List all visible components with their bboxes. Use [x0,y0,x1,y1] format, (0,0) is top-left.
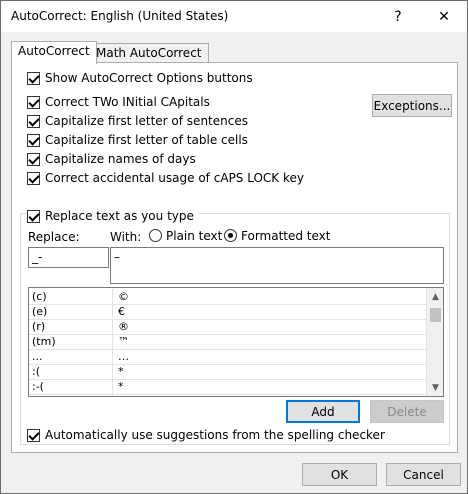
list-item[interactable]: :( * [29,365,427,380]
formatted-text-label: Formatted text [241,229,331,243]
autocorrect-entries-list[interactable]: (c) © (e) € (r) ® (tm) ™ ... … :( *:-(… [28,287,444,397]
title-bar: AutoCorrect: English (United States) ? ✕ [1,1,467,32]
entry-from: (c) [32,290,47,303]
replace-as-you-type-label: Replace text as you type [45,209,194,223]
add-button[interactable]: Add [286,400,360,423]
with-input-value: – [114,250,120,264]
list-item[interactable]: :-( * [29,380,427,395]
entry-to: * [118,380,124,393]
two-initial-label: Correct TWo INitial CApitals [45,95,210,109]
scroll-up-icon[interactable]: ▲ [427,288,443,305]
capitalize-cells-label: Capitalize first letter of table cells [45,133,248,147]
radio-unselected[interactable] [149,229,162,242]
checkbox-checked[interactable] [27,133,40,147]
two-initial-capitals-option[interactable]: Correct TWo INitial CApitals [27,94,210,110]
autocorrect-dialog: AutoCorrect: English (United States) ? ✕… [0,0,468,494]
caps-lock-label: Correct accidental usage of cAPS LOCK ke… [45,171,304,185]
capitalize-days-option[interactable]: Capitalize names of days [27,151,196,167]
help-icon[interactable]: ? [375,1,421,32]
tab-autocorrect[interactable]: AutoCorrect [11,41,97,64]
list-item[interactable]: (tm) ™ [29,335,427,350]
delete-button[interactable]: Delete [370,400,444,423]
checkbox-checked[interactable] [27,152,40,166]
capitalize-sentences-label: Capitalize first letter of sentences [45,114,248,128]
ok-button[interactable]: OK [302,463,377,486]
checkbox-checked[interactable] [27,209,40,223]
exceptions-button[interactable]: Exceptions... [372,94,452,117]
spelling-suggestions-option[interactable]: Automatically use suggestions from the s… [27,427,385,443]
checkbox-checked[interactable] [27,428,40,442]
entry-from: (tm) [32,335,56,348]
window-title: AutoCorrect: English (United States) [11,9,229,23]
radio-selected[interactable] [224,229,237,242]
entry-to: ® [118,320,129,333]
with-input[interactable]: – [110,247,444,284]
list-item[interactable]: ... … [29,350,427,365]
entry-to: * [118,365,124,378]
entry-from: (e) [32,305,48,318]
list-item[interactable]: (c) © [29,290,427,305]
formatted-text-option[interactable]: Formatted text [224,229,331,243]
scroll-down-icon[interactable]: ▼ [427,379,443,396]
checkbox-checked[interactable] [27,95,40,109]
scroll-thumb[interactable] [430,308,441,322]
plain-text-option[interactable]: Plain text [149,229,222,243]
replace-input-value: _- [32,250,43,264]
capitalize-days-label: Capitalize names of days [45,152,196,166]
show-buttons-option[interactable]: Show AutoCorrect Options buttons [27,70,253,86]
cancel-button[interactable]: Cancel [386,463,461,486]
entry-from: :( [32,365,40,378]
plain-text-label: Plain text [166,229,223,243]
entry-from: ... [32,350,43,363]
entry-from: :-( [32,380,44,393]
capitalize-sentences-option[interactable]: Capitalize first letter of sentences [27,113,248,129]
replace-label: Replace: [28,230,80,244]
list-item[interactable]: (r) ® [29,320,427,335]
close-icon[interactable]: ✕ [421,1,467,32]
checkbox-checked[interactable] [27,171,40,185]
replace-input[interactable]: _- [28,247,109,268]
tab-math-autocorrect[interactable]: Math AutoCorrect [89,43,209,63]
caps-lock-option[interactable]: Correct accidental usage of cAPS LOCK ke… [27,170,304,186]
autocorrect-panel: Show AutoCorrect Options buttons Correct… [11,62,458,453]
with-label: With: [110,230,142,244]
checkbox-checked[interactable] [27,114,40,128]
show-buttons-label: Show AutoCorrect Options buttons [45,71,253,85]
entry-to: ™ [118,335,129,348]
list-scrollbar[interactable]: ▲ ▼ [426,288,443,396]
list-item[interactable]: (e) € [29,305,427,320]
capitalize-cells-option[interactable]: Capitalize first letter of table cells [27,132,248,148]
entry-to: € [118,305,125,318]
checkbox-checked[interactable] [27,71,40,85]
spelling-suggestions-label: Automatically use suggestions from the s… [45,428,385,442]
entry-to: … [118,350,129,363]
entry-from: (r) [32,320,46,333]
replace-as-you-type-option[interactable]: Replace text as you type [27,208,198,224]
entry-to: © [118,290,129,303]
